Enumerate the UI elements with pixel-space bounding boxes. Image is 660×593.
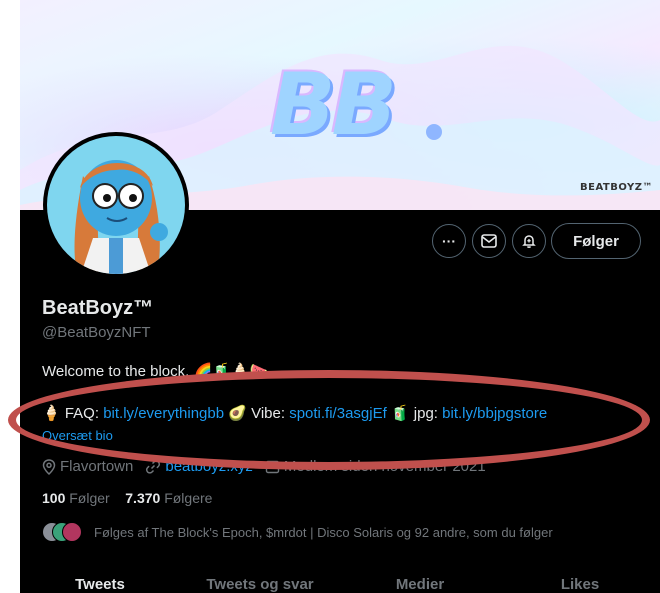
banner-logo: BB: [270, 55, 397, 155]
translate-bio-link[interactable]: Oversæt bio: [42, 428, 113, 443]
envelope-icon: [481, 234, 497, 248]
tab-tweets[interactable]: Tweets: [20, 576, 180, 593]
bio-line-1: Welcome to the block. 🌈🧃🍦🍉: [42, 363, 269, 380]
bio-line-2: 🍦 FAQ: bit.ly/everythingbb 🥑 Vibe: spoti…: [42, 404, 547, 422]
bell-plus-icon: [522, 235, 536, 248]
followed-by-text: Følges af The Block's Epoch, $mrdot | Di…: [94, 524, 553, 540]
profile-handle: @BeatBoyzNFT: [42, 324, 151, 341]
calendar-icon: [265, 460, 280, 474]
location-item: Flavortown: [42, 458, 133, 475]
profile-meta: Flavortown beatboyz.xyz Medlem siden nov…: [42, 458, 498, 475]
joined-text: Medlem siden november 2021: [283, 458, 486, 475]
follower-avatars: [42, 522, 86, 542]
message-button[interactable]: [472, 224, 506, 258]
banner-brand-tag: BEATBOYZ™: [580, 182, 653, 193]
avatar-image: [47, 136, 185, 274]
vibe-link[interactable]: spoti.fi/3asgjEf: [289, 405, 387, 422]
followed-by-row[interactable]: Følges af The Block's Epoch, $mrdot | Di…: [42, 522, 553, 542]
following-label: Følger: [69, 490, 110, 506]
location-pin-icon: [42, 458, 56, 475]
tab-tweets-and-replies[interactable]: Tweets og svar: [180, 576, 340, 593]
website-link[interactable]: beatboyz.xyz: [165, 458, 253, 475]
location-text: Flavortown: [60, 458, 134, 475]
followers-label: Følgere: [164, 490, 213, 506]
jpg-link[interactable]: bit.ly/bbjpgstore: [442, 405, 547, 422]
followers-count: 7.370: [125, 490, 161, 506]
tab-media[interactable]: Medier: [340, 576, 500, 593]
follower-avatar: [62, 522, 82, 542]
profile-avatar[interactable]: [43, 132, 189, 278]
follow-counts: 100 Følger 7.370 Følgere: [42, 490, 212, 506]
website-item[interactable]: beatboyz.xyz: [145, 458, 253, 475]
bio-faq-prefix: 🍦 FAQ:: [42, 405, 104, 422]
bio-jpg-prefix: 🧃 jpg:: [386, 405, 443, 422]
following-stat[interactable]: 100 Følger: [42, 490, 110, 506]
followers-stat[interactable]: 7.370 Følgere: [125, 490, 212, 506]
faq-link[interactable]: bit.ly/everythingbb: [103, 405, 224, 422]
notifications-button[interactable]: [512, 224, 546, 258]
link-icon: [146, 459, 161, 474]
more-options-button[interactable]: ···: [432, 224, 466, 258]
tab-likes[interactable]: Likes: [500, 576, 660, 593]
following-count: 100: [42, 490, 66, 506]
profile-tabs: Tweets Tweets og svar Medier Likes: [20, 576, 660, 593]
banner-logo-dot: [426, 124, 442, 140]
bio-vibe-prefix: 🥑 Vibe:: [224, 405, 290, 422]
profile-name: BeatBoyz™: [42, 297, 154, 319]
profile-frame: BB BEATBOYZ™ ··· Følger BeatBoyz™ @BeatB…: [20, 0, 660, 593]
following-button[interactable]: Følger: [551, 223, 641, 259]
joined-item: Medlem siden november 2021: [265, 458, 486, 475]
